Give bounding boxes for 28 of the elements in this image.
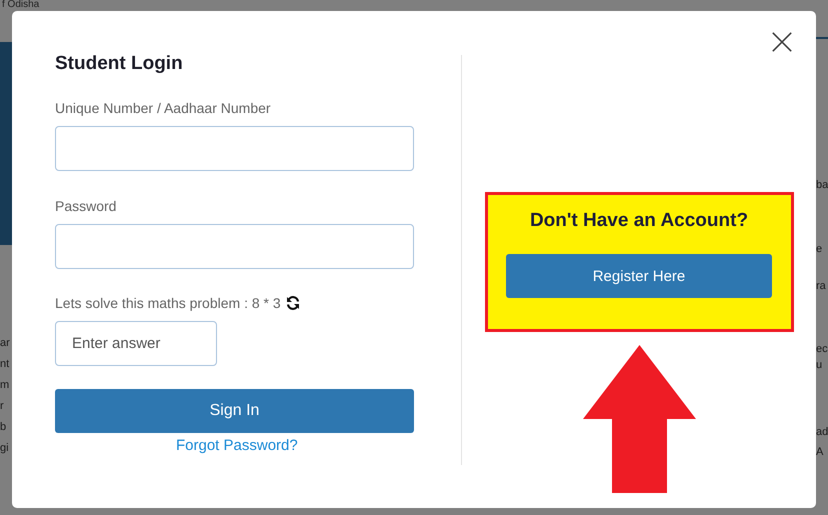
page-heading-text: f Odisha <box>2 0 40 10</box>
field-label: Password <box>55 197 118 216</box>
page-text: m <box>0 378 10 393</box>
page-text: A <box>816 445 824 460</box>
page-text: ba <box>816 178 828 193</box>
page-text: ec <box>816 342 828 357</box>
page-text: u <box>816 358 824 373</box>
register-heading: Don't Have an Account? <box>530 209 748 233</box>
input-field[interactable] <box>55 126 414 171</box>
page-text: ar <box>0 336 11 351</box>
captcha-question: Lets solve this maths problem : 8 * 3 <box>55 294 281 313</box>
page-text: b <box>0 420 8 435</box>
input-field[interactable] <box>55 224 414 269</box>
field-label: Unique Number / Aadhaar Number <box>55 99 272 118</box>
forgot-password-link[interactable]: Forgot Password? <box>176 436 298 456</box>
close-icon[interactable] <box>771 31 793 53</box>
page-text: nt <box>0 357 10 372</box>
arrow-icon <box>582 345 696 493</box>
page-text: gi <box>0 441 10 456</box>
page-text: r <box>0 399 5 414</box>
page-text: e <box>816 242 824 257</box>
answer-field[interactable]: Enter answer <box>55 321 217 366</box>
sign-in-button[interactable]: Sign In <box>55 389 414 433</box>
refresh-icon[interactable] <box>284 295 301 311</box>
dialog-title: Student Login <box>55 52 183 76</box>
page-text: ad <box>816 425 828 440</box>
register-button[interactable]: Register Here <box>506 254 772 298</box>
page-text: ra <box>816 279 827 294</box>
